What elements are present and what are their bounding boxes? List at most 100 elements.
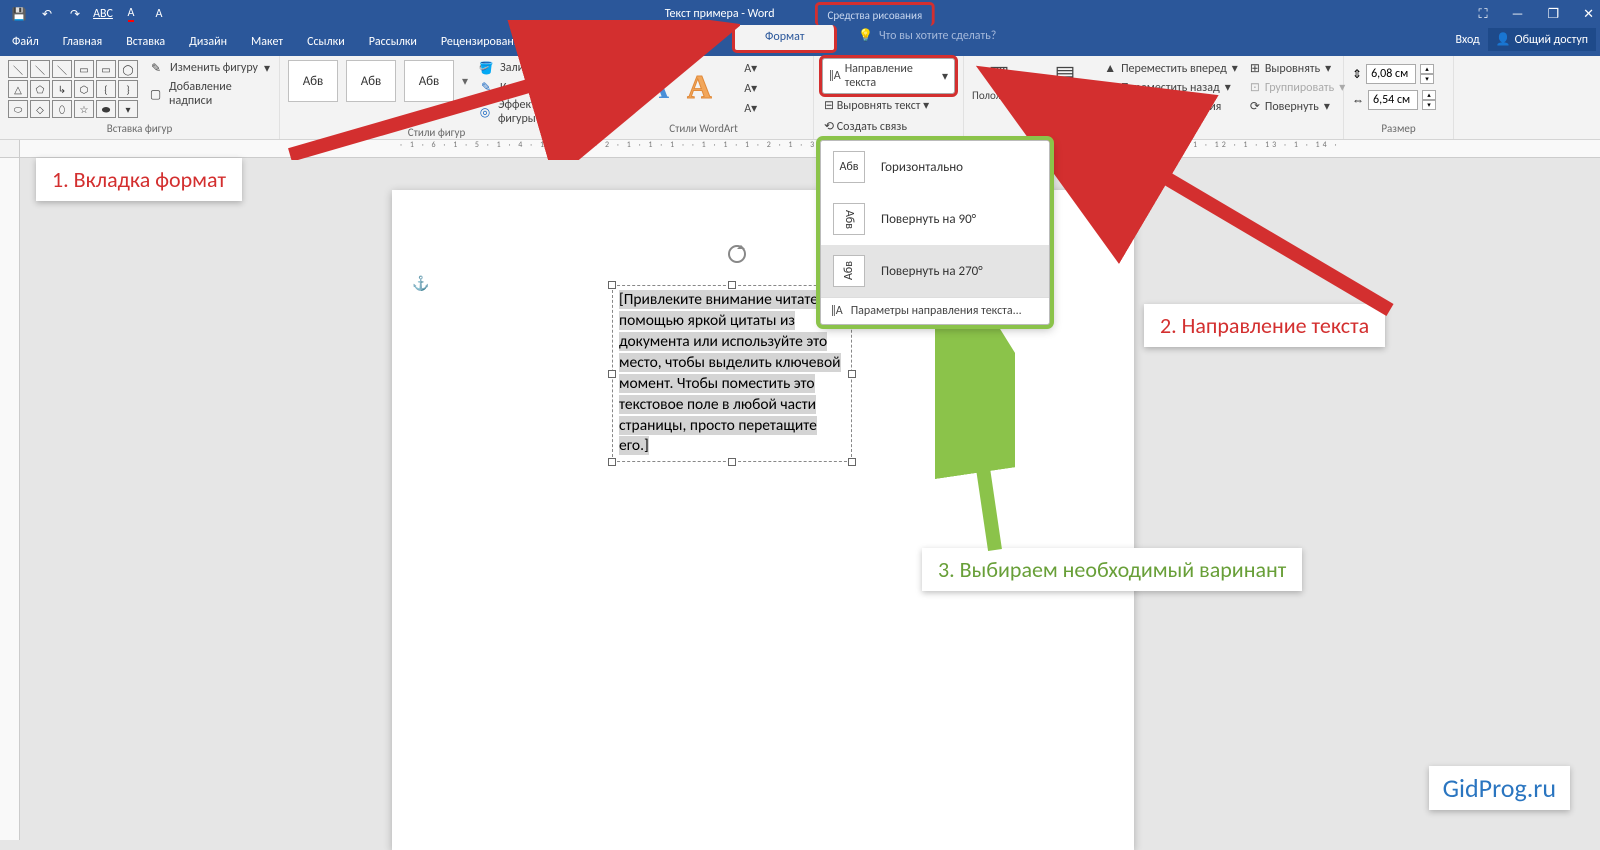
width-icon: ⇔ <box>1352 93 1364 108</box>
align-text-button[interactable]: ⊟ Выровнять текст ▾ <box>822 96 955 115</box>
resize-handle-se[interactable] <box>848 458 856 466</box>
dd-option-rotate90[interactable]: АбвПовернуть на 90° <box>821 193 1049 245</box>
tab-format[interactable]: Формат <box>732 25 837 53</box>
lightbulb-icon: 💡 <box>858 28 873 43</box>
clear-format-icon[interactable]: A <box>146 2 172 26</box>
options-icon: ‖A <box>831 304 843 318</box>
group-label-styles: Стили фигур <box>288 126 585 141</box>
group-insert-shapes: ＼＼＼▭▭◯ △⬠↳⬡{} ⬭◇⬯☆⬬▾ ✎Изменить фигуру ▾ … <box>0 56 280 139</box>
tab-references[interactable]: Ссылки <box>295 28 357 56</box>
document-title: Текст примера - Word <box>665 7 775 21</box>
spellcheck-icon[interactable]: ABC <box>90 2 116 26</box>
group-label-wordart: Стили WordArt <box>602 122 805 137</box>
tab-file[interactable]: Файл <box>0 28 51 56</box>
dd-option-rotate270[interactable]: АбвПовернуть на 270° <box>821 245 1049 297</box>
textbox-content[interactable]: [Привлеките внимание читателя с помощью … <box>619 290 843 455</box>
shape-fill-button[interactable]: 🪣Заливка фигуры <box>478 60 585 76</box>
share-button[interactable]: 👤Общий доступ <box>1488 28 1596 51</box>
text-direction-button[interactable]: ‖AНаправление текста ▾ <box>822 58 955 94</box>
width-input[interactable]: ⇔6,54 см▴▾ <box>1352 90 1445 110</box>
position-button[interactable]: ▦Положение <box>972 60 1026 115</box>
window-controls: ⛶ — ❐ ✕ <box>1479 7 1594 22</box>
resize-handle-e[interactable] <box>848 370 856 378</box>
person-icon: 👤 <box>1496 32 1511 47</box>
group-shape-styles: Абв Абв Абв ▾ 🪣Заливка фигуры ✎Контур фи… <box>280 56 594 139</box>
textbox-shape[interactable]: [Привлеките внимание читателя с помощью … <box>612 285 852 462</box>
dd-option-horizontal[interactable]: АбвГоризонтально <box>821 141 1049 193</box>
dd-more-options[interactable]: ‖AПараметры направления текста... <box>821 297 1049 324</box>
text-direction-dropdown: АбвГоризонтально АбвПовернуть на 90° Абв… <box>820 140 1050 325</box>
create-link-button[interactable]: ⟲ Создать связь <box>822 117 955 136</box>
shapes-gallery[interactable]: ＼＼＼▭▭◯ △⬠↳⬡{} ⬭◇⬯☆⬬▾ <box>8 60 138 118</box>
wrap-text-button[interactable]: ▤Обтеканиетекстом ▾ <box>1040 60 1090 115</box>
resize-handle-s[interactable] <box>728 458 736 466</box>
shape-effects-button[interactable]: ◎Эффекты фигуры ▾ <box>478 98 585 126</box>
ribbon-options-icon[interactable]: ⛶ <box>1479 7 1488 22</box>
text-direction-icon: ‖A <box>829 69 841 83</box>
group-text: ‖AНаправление текста ▾ ⊟ Выровнять текст… <box>814 56 964 139</box>
bucket-icon: 🪣 <box>478 60 494 76</box>
align-button[interactable]: ⊞ Выровнять ▾ <box>1250 60 1345 77</box>
group-button[interactable]: ⊡ Группировать ▾ <box>1250 79 1345 96</box>
redo-button[interactable]: ↷ <box>62 2 88 26</box>
edit-shape-button[interactable]: ✎Изменить фигуру ▾ <box>148 60 271 76</box>
title-bar: 💾 ↶ ↷ ABC A A Текст примера - Word Средс… <box>0 0 1600 28</box>
callout-3: 3. Выбираем необходимый варинант <box>922 548 1302 591</box>
resize-handle-nw[interactable] <box>608 281 616 289</box>
minimize-button[interactable]: — <box>1512 7 1524 22</box>
tab-review[interactable]: Рецензирование <box>429 28 538 56</box>
close-button[interactable]: ✕ <box>1583 7 1594 22</box>
group-label-size: Размер <box>1352 122 1445 137</box>
group-size: ⇕6,08 см▴▾ ⇔6,54 см▴▾ Размер <box>1344 56 1454 139</box>
bring-forward-button[interactable]: ▲ Переместить вперед ▾ <box>1104 60 1238 77</box>
vertical-ruler[interactable] <box>0 158 20 840</box>
tab-view[interactable]: Вид <box>538 28 582 56</box>
resize-handle-w[interactable] <box>608 370 616 378</box>
ruler-corner <box>0 140 20 158</box>
wordart-gallery[interactable]: A A A A▾ A▾ A▾ <box>602 60 805 116</box>
ribbon: ＼＼＼▭▭◯ △⬠↳⬡{} ⬭◇⬯☆⬬▾ ✎Изменить фигуру ▾ … <box>0 56 1600 140</box>
horizontal-ruler[interactable]: · 1 · 6 · 1 · 5 · 1 · 4 · 1 · 3 · 1 · 2 … <box>20 140 1600 158</box>
tab-home[interactable]: Главная <box>51 28 114 56</box>
ribbon-tabs: Файл Главная Вставка Дизайн Макет Ссылки… <box>0 28 1600 56</box>
save-button[interactable]: 💾 <box>6 2 32 26</box>
callout-2: 2. Направление текста <box>1144 304 1385 347</box>
resize-handle-sw[interactable] <box>608 458 616 466</box>
login-link[interactable]: Вход <box>1455 33 1479 47</box>
tab-design[interactable]: Дизайн <box>177 28 239 56</box>
maximize-button[interactable]: ❐ <box>1547 7 1559 22</box>
group-wordart-styles: A A A A▾ A▾ A▾ Стили WordArt <box>594 56 814 139</box>
resize-handle-n[interactable] <box>728 281 736 289</box>
group-label-shapes: Вставка фигур <box>8 122 271 137</box>
tab-insert[interactable]: Вставка <box>114 28 177 56</box>
text-outline-icon[interactable]: A▾ <box>740 80 762 96</box>
send-backward-button[interactable]: ▼ Переместить назад ▾ <box>1104 79 1238 96</box>
pen-icon: ✎ <box>478 79 494 95</box>
quick-access-toolbar: 💾 ↶ ↷ ABC A A <box>0 2 178 26</box>
add-textbox-button[interactable]: ▢Добавление надписи <box>148 80 271 108</box>
group-label-arrange: Упорядочение <box>972 122 1335 137</box>
height-icon: ⇕ <box>1352 67 1362 82</box>
tab-mailings[interactable]: Рассылки <box>357 28 429 56</box>
edit-shape-icon: ✎ <box>148 60 164 76</box>
group-arrange: ▦Положение ▤Обтеканиетекстом ▾ ▲ Перемес… <box>964 56 1344 139</box>
text-fill-icon[interactable]: A▾ <box>740 60 762 76</box>
rotate-handle[interactable] <box>728 245 746 263</box>
rotate-button[interactable]: ⟳ Повернуть ▾ <box>1250 98 1345 115</box>
contextual-tab-title: Средства рисования <box>815 2 936 26</box>
shape-style-gallery[interactable]: Абв Абв Абв ▾ <box>288 60 468 102</box>
watermark: GidProg.ru <box>1429 766 1570 810</box>
text-effects-icon[interactable]: A▾ <box>740 100 762 116</box>
selection-pane-button[interactable]: ▭ Область выделения <box>1104 98 1238 115</box>
shape-outline-button[interactable]: ✎Контур фигуры ▾ <box>478 79 585 95</box>
callout-1: 1. Вкладка формат <box>36 158 242 201</box>
anchor-icon: ⚓ <box>412 275 429 292</box>
undo-button[interactable]: ↶ <box>34 2 60 26</box>
font-color-icon[interactable]: A <box>118 2 144 26</box>
effects-icon: ◎ <box>478 104 492 120</box>
textbox-icon: ▢ <box>148 86 163 102</box>
height-input[interactable]: ⇕6,08 см▴▾ <box>1352 64 1445 84</box>
tab-layout[interactable]: Макет <box>239 28 295 56</box>
tell-me-search[interactable]: 💡 Что вы хотите сделать? <box>858 28 996 43</box>
workspace: · 1 · 6 · 1 · 5 · 1 · 4 · 1 · 3 · 1 · 2 … <box>0 140 1600 840</box>
